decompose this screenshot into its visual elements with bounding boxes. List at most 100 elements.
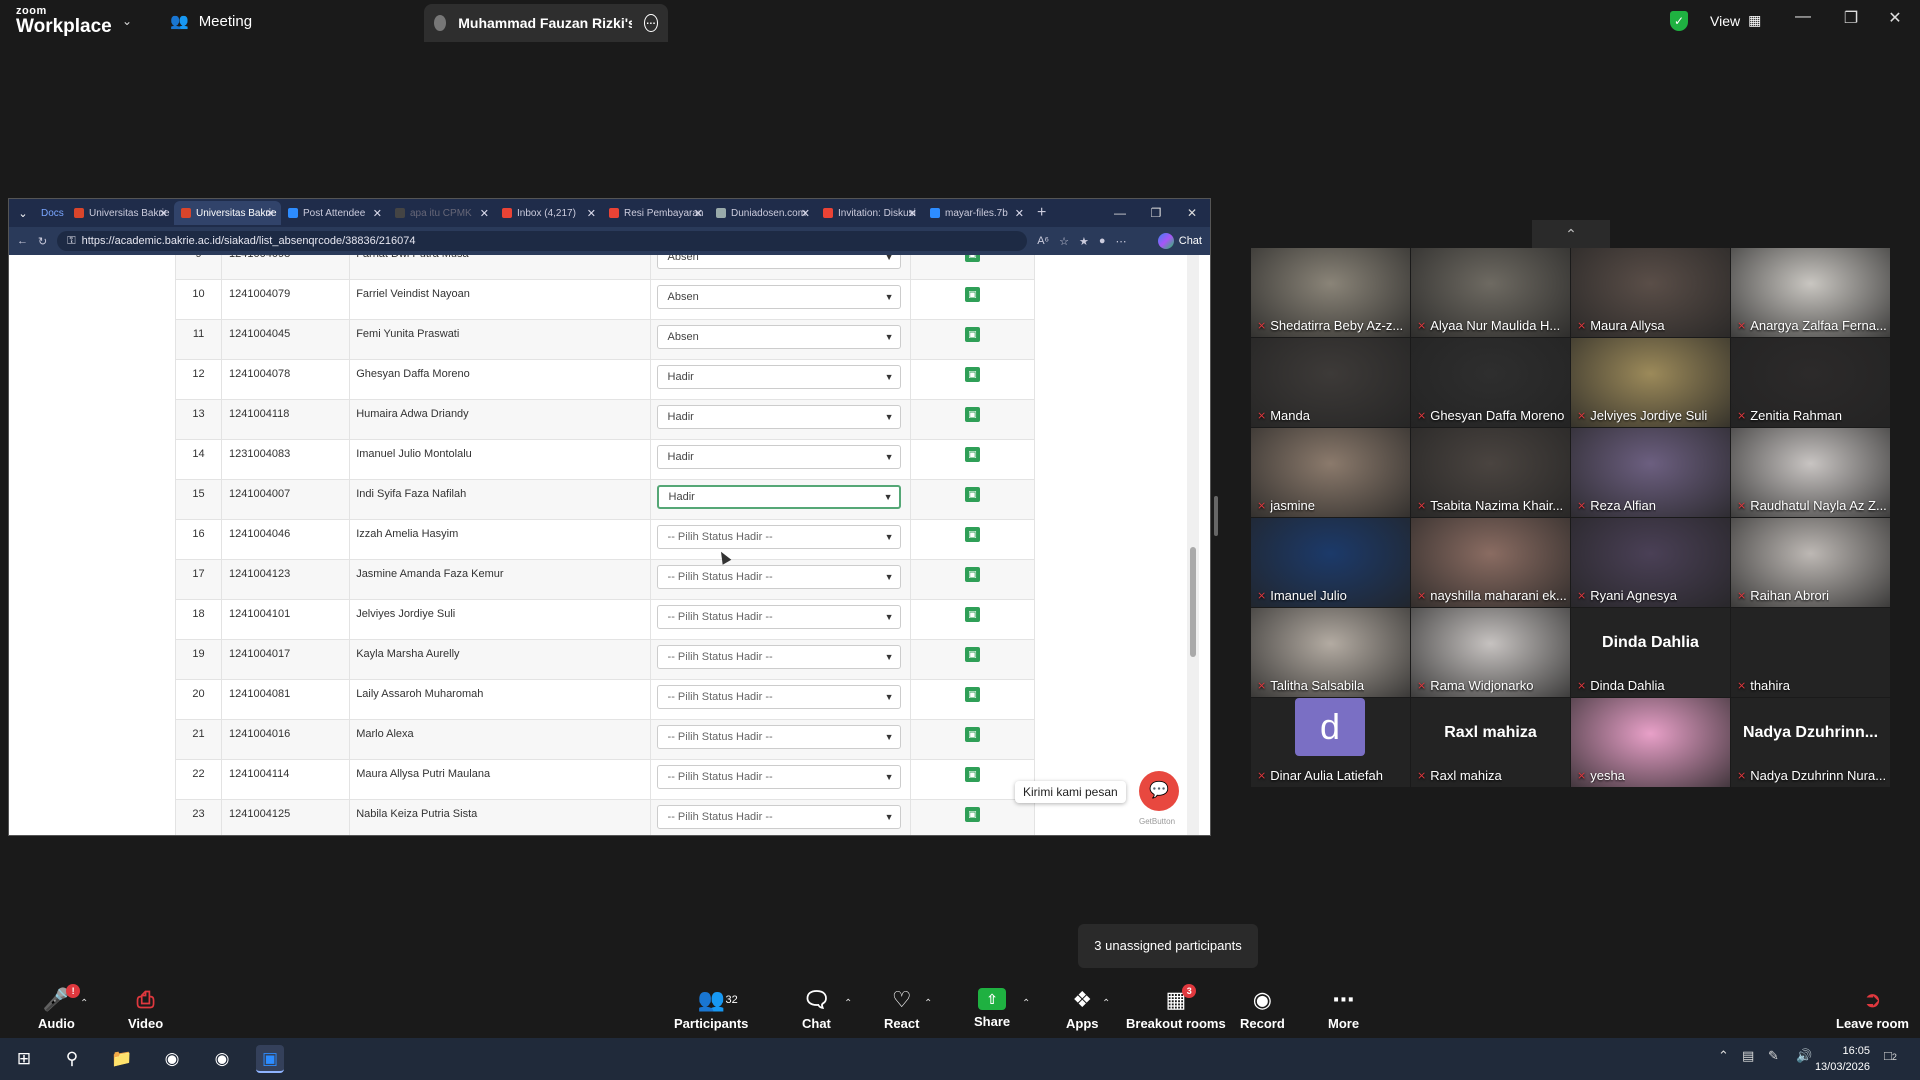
close-tab-icon[interactable]: ✕	[587, 207, 596, 220]
chevron-down-icon[interactable]: ⌄	[122, 14, 132, 28]
url-field[interactable]: ⚿ https://academic.bakrie.ac.id/siakad/l…	[57, 231, 1028, 251]
participants-button[interactable]: 👥 32 Participants	[674, 988, 748, 1032]
pen-icon[interactable]: ✎	[1768, 1048, 1779, 1064]
status-select[interactable]: -- Pilih Status Hadir -- ▼	[656, 645, 901, 669]
file-explorer-icon[interactable]: 📁	[108, 1045, 136, 1073]
status-select[interactable]: -- Pilih Status Hadir -- ▼	[656, 525, 901, 549]
audio-button[interactable]: 🎤! Audio	[38, 984, 81, 1031]
participant-tile[interactable]: d ⨯ Dinar Aulia Latiefah	[1251, 698, 1410, 787]
chevron-up-icon[interactable]: ⌃	[1532, 220, 1610, 248]
notifications-icon[interactable]: □2	[1884, 1048, 1897, 1063]
save-icon[interactable]: ▣	[964, 607, 980, 622]
status-select[interactable]: Hadir ▼	[656, 405, 901, 429]
status-select[interactable]: Hadir ▼	[656, 485, 901, 509]
save-icon[interactable]: ▣	[964, 687, 980, 702]
status-select[interactable]: Hadir ▼	[656, 365, 901, 389]
chrome-icon[interactable]: ◉	[158, 1045, 186, 1073]
status-select[interactable]: -- Pilih Status Hadir -- ▼	[656, 725, 901, 749]
leave-room-button[interactable]: ➲ Leave room	[1836, 988, 1909, 1032]
tab-universitas-bakrie[interactable]: Universitas Bakrie ✕	[67, 201, 174, 225]
apps-button[interactable]: ❖ Apps	[1066, 988, 1099, 1032]
tab-universitas-bakrie-active[interactable]: Universitas Bakrie ✕	[174, 201, 281, 225]
participant-tile[interactable]: ⨯ Manda	[1251, 338, 1410, 427]
favorites-bar-icon[interactable]: ★	[1079, 235, 1089, 248]
participant-tile[interactable]: ⨯ jasmine	[1251, 428, 1410, 517]
participant-tile[interactable]: ⨯ Rama Widjonarko	[1411, 608, 1570, 697]
tab-apa-itu-cpmk[interactable]: apa itu CPMK ✕	[388, 201, 495, 225]
save-icon[interactable]: ▣	[964, 727, 980, 742]
share-caret-icon[interactable]: ⌃	[1022, 998, 1030, 1009]
participant-tile[interactable]: ⨯ Jelviyes Jordiye Suli	[1571, 338, 1730, 427]
save-icon[interactable]: ▣	[964, 287, 980, 302]
participant-tile[interactable]: Nadya Dzuhrinn... ⨯ Nadya Dzuhrinn Nura...	[1731, 698, 1890, 787]
save-icon[interactable]: ▣	[964, 807, 980, 822]
save-icon[interactable]: ▣	[964, 647, 980, 662]
taskbar-clock[interactable]: 16:05 13/03/2026	[1810, 1043, 1870, 1075]
new-tab-icon[interactable]: +	[1030, 201, 1058, 225]
participant-tile[interactable]: ⨯ Maura Allysa	[1571, 248, 1730, 337]
close-tab-icon[interactable]: ✕	[159, 207, 168, 220]
close-tab-icon[interactable]: ✕	[1015, 207, 1024, 220]
participant-tile[interactable]: ⨯ thahira	[1731, 608, 1890, 697]
apps-caret-icon[interactable]: ⌃	[1102, 998, 1110, 1009]
participant-tile[interactable]: ⨯ Raihan Abrori	[1731, 518, 1890, 607]
security-shield-icon[interactable]: ✓	[1670, 11, 1688, 31]
react-button[interactable]: ♡ React	[884, 988, 919, 1032]
participant-tile[interactable]: ⨯ Alyaa Nur Maulida H...	[1411, 248, 1570, 337]
tab-duniadosen[interactable]: Duniadosen.com ✕	[709, 201, 816, 225]
participant-tile[interactable]: Dinda Dahlia ⨯ Dinda Dahlia	[1571, 608, 1730, 697]
status-select[interactable]: Absen ▼	[656, 285, 901, 309]
chat-caret-icon[interactable]: ⌃	[844, 998, 852, 1009]
close-tab-icon[interactable]: ✕	[694, 207, 703, 220]
share-button[interactable]: ⇧ Share	[974, 988, 1010, 1029]
windows-start-icon[interactable]: ⊞	[10, 1045, 38, 1073]
minimize-icon[interactable]: —	[1102, 199, 1138, 227]
profile-icon[interactable]: ●	[1099, 235, 1106, 247]
close-tab-icon[interactable]: ✕	[373, 207, 382, 220]
back-icon[interactable]: ←	[17, 235, 28, 247]
scrollbar-thumb[interactable]	[1190, 547, 1196, 657]
react-caret-icon[interactable]: ⌃	[924, 998, 932, 1009]
restore-icon[interactable]: ❐	[1138, 199, 1174, 227]
record-button[interactable]: ◉ Record	[1240, 988, 1285, 1032]
close-icon[interactable]: ✕	[1174, 199, 1210, 227]
save-icon[interactable]: ▣	[964, 487, 980, 502]
participant-tile[interactable]: ⨯ yesha	[1571, 698, 1730, 787]
breakout-rooms-button[interactable]: ▦ 3 Breakout rooms	[1126, 984, 1226, 1031]
close-tab-icon[interactable]: ✕	[908, 207, 917, 220]
save-icon[interactable]: ▣	[964, 447, 980, 462]
participant-tile[interactable]: ⨯ Zenitia Rahman	[1731, 338, 1890, 427]
feedback-chat-button[interactable]: 💬	[1139, 771, 1179, 811]
status-select[interactable]: Absen ▼	[656, 325, 901, 349]
restore-icon[interactable]: ❐	[1836, 8, 1866, 28]
copilot-chat-button[interactable]: Chat	[1157, 233, 1202, 249]
save-icon[interactable]: ▣	[964, 327, 980, 342]
close-icon[interactable]: ✕	[1880, 8, 1910, 28]
save-icon[interactable]: ▣	[964, 255, 980, 262]
tab-invitation[interactable]: Invitation: Diskusi ✕	[816, 201, 923, 225]
tab-list-icon[interactable]: ⌄	[9, 207, 37, 220]
status-select[interactable]: -- Pilih Status Hadir -- ▼	[656, 605, 901, 629]
participant-tile[interactable]: ⨯ Shedatirra Beby Az-z...	[1251, 248, 1410, 337]
save-icon[interactable]: ▣	[964, 567, 980, 582]
save-icon[interactable]: ▣	[964, 767, 980, 782]
status-select[interactable]: Absen ▼	[656, 255, 901, 269]
minimize-icon[interactable]: —	[1788, 8, 1818, 26]
status-select[interactable]: -- Pilih Status Hadir -- ▼	[656, 685, 901, 709]
zoom-taskbar-icon[interactable]: ▣	[256, 1045, 284, 1073]
video-button[interactable]: ⎙ Video	[128, 988, 163, 1032]
more-options-icon[interactable]: …	[643, 14, 658, 32]
tab-post-attendee[interactable]: Post Attendee ✕	[281, 201, 388, 225]
view-button[interactable]: View ▦	[1710, 12, 1761, 29]
tab-resi-pembayaran[interactable]: Resi Pembayaran ✕	[602, 201, 709, 225]
tab-mayar-files[interactable]: mayar-files.7b ✕	[923, 201, 1030, 225]
close-tab-icon[interactable]: ✕	[266, 207, 275, 220]
participant-tile[interactable]: ⨯ Raudhatul Nayla Az Z...	[1731, 428, 1890, 517]
status-select[interactable]: -- Pilih Status Hadir -- ▼	[656, 805, 901, 829]
audio-caret-icon[interactable]: ⌃	[80, 998, 88, 1009]
tab-docs[interactable]: Docs	[37, 201, 67, 225]
more-icon[interactable]: ⋯	[1116, 235, 1127, 248]
unassigned-participants-notice[interactable]: 3 unassigned participants	[1078, 924, 1258, 968]
meeting-menu[interactable]: 👥 Meeting	[170, 12, 252, 31]
participant-tile[interactable]: ⨯ Anargya Zalfaa Ferna...	[1731, 248, 1890, 337]
